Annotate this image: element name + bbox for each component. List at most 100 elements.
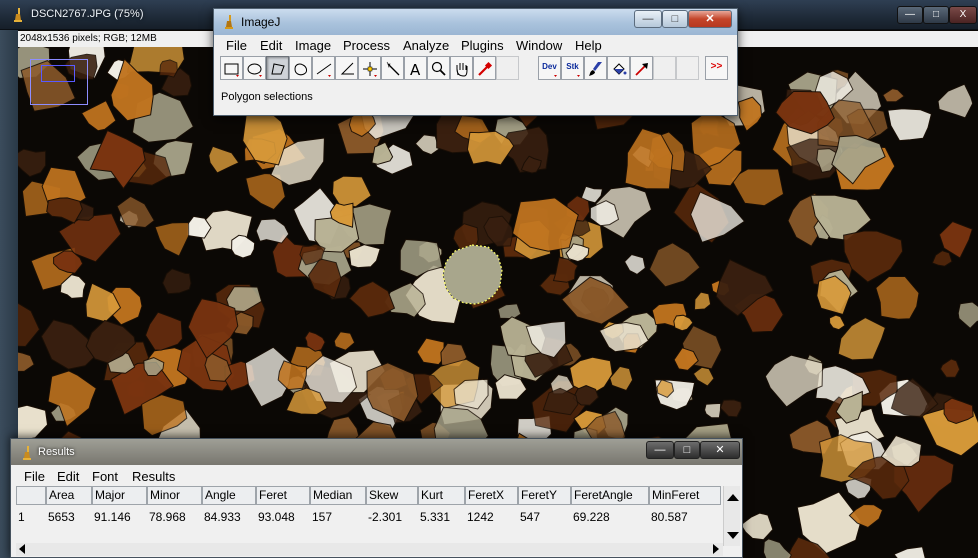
- mineral-grain: [673, 314, 694, 332]
- horizontal-scrollbar[interactable]: [16, 543, 723, 556]
- color-picker-icon[interactable]: [473, 56, 496, 80]
- text-tool-icon[interactable]: A: [404, 56, 427, 80]
- column-header-median[interactable]: Median: [310, 486, 366, 505]
- mineral-grain: [18, 351, 35, 372]
- mineral-grain: [692, 366, 715, 387]
- mineral-grain: [231, 234, 256, 259]
- imagej-toolbar: A Dev Stk >>: [220, 56, 732, 80]
- results-menu-file[interactable]: File: [24, 469, 45, 484]
- table-cell-kurt[interactable]: 5.331: [418, 508, 450, 526]
- arrow-tool-icon[interactable]: [630, 56, 653, 80]
- results-menubar: File Edit Font Results: [11, 466, 742, 486]
- column-header-feret[interactable]: Feret: [256, 486, 310, 505]
- results-menu-results[interactable]: Results: [132, 469, 175, 484]
- maximize-button[interactable]: □: [923, 6, 949, 24]
- empty-tool-slot: [653, 56, 676, 80]
- mineral-grain: [762, 538, 792, 558]
- maximize-button[interactable]: □: [674, 441, 700, 459]
- maximize-button[interactable]: □: [662, 10, 688, 28]
- point-tool-icon[interactable]: [358, 56, 381, 80]
- table-cell-ferety[interactable]: 547: [518, 508, 540, 526]
- mineral-grain: [159, 59, 178, 78]
- hand-scroll-icon[interactable]: [450, 56, 473, 80]
- column-header-angle[interactable]: Angle: [202, 486, 256, 505]
- column-header-ferety[interactable]: FeretY: [518, 486, 571, 505]
- menu-process[interactable]: Process: [343, 38, 390, 53]
- table-cell-feret[interactable]: 93.048: [256, 508, 295, 526]
- column-header-skew[interactable]: Skew: [366, 486, 418, 505]
- imagej-titlebar[interactable]: ImageJ — □ ✕: [214, 9, 737, 35]
- straight-line-tool-icon[interactable]: [312, 56, 335, 80]
- column-header-kurt[interactable]: Kurt: [418, 486, 465, 505]
- image-window-title: DSCN2767.JPG (75%): [31, 8, 144, 20]
- scroll-right-arrow-icon[interactable]: [713, 544, 719, 554]
- freehand-tool-icon[interactable]: [289, 56, 312, 80]
- polygon-selection-roi[interactable]: [438, 242, 518, 322]
- wand-tool-icon[interactable]: [381, 56, 404, 80]
- more-tools-label: >>: [710, 61, 723, 72]
- minimize-button[interactable]: —: [634, 10, 662, 28]
- menu-analyze[interactable]: Analyze: [403, 38, 449, 53]
- scroll-up-arrow-icon[interactable]: [727, 494, 739, 501]
- table-cell-feretangle[interactable]: 69.228: [571, 508, 610, 526]
- mineral-grain: [887, 108, 932, 142]
- column-header-minferet[interactable]: MinFeret: [649, 486, 721, 505]
- table-cell-major[interactable]: 91.146: [92, 508, 131, 526]
- stacks-menu-icon[interactable]: Stk: [561, 56, 584, 80]
- mineral-grain: [552, 256, 579, 283]
- column-header-index[interactable]: [16, 486, 46, 505]
- table-cell-median[interactable]: 157: [310, 508, 332, 526]
- flood-filler-icon[interactable]: [607, 56, 630, 80]
- scroll-left-arrow-icon[interactable]: [19, 544, 25, 554]
- mineral-grain: [893, 546, 926, 558]
- oval-tool-icon[interactable]: [243, 56, 266, 80]
- close-button[interactable]: X: [949, 6, 977, 24]
- mineral-grain: [18, 302, 41, 348]
- table-cell-index[interactable]: 1: [16, 508, 46, 526]
- menu-help[interactable]: Help: [575, 38, 602, 53]
- vertical-scrollbar[interactable]: [723, 486, 740, 546]
- imagej-microscope-icon: [23, 446, 31, 460]
- image-info-text: 2048x1536 pixels; RGB; 12MB: [20, 33, 157, 44]
- table-cell-minferet[interactable]: 80.587: [649, 508, 688, 526]
- mineral-grain: [154, 221, 190, 257]
- column-header-feretangle[interactable]: FeretAngle: [571, 486, 649, 505]
- close-button[interactable]: ✕: [688, 10, 732, 28]
- polygon-tool-icon[interactable]: [266, 56, 289, 80]
- minimize-button[interactable]: —: [646, 441, 674, 459]
- developer-menu-icon[interactable]: Dev: [538, 56, 561, 80]
- rectangle-tool-icon[interactable]: [220, 56, 243, 80]
- mineral-grain: [46, 197, 83, 224]
- menu-image[interactable]: Image: [295, 38, 331, 53]
- mineral-grain: [18, 404, 49, 442]
- table-cell-feretx[interactable]: 1242: [465, 508, 494, 526]
- menu-plugins[interactable]: Plugins: [461, 38, 504, 53]
- mineral-grain: [589, 200, 620, 227]
- results-menu-font[interactable]: Font: [92, 469, 118, 484]
- table-cell-angle[interactable]: 84.933: [202, 508, 241, 526]
- column-header-minor[interactable]: Minor: [147, 486, 202, 505]
- results-menu-edit[interactable]: Edit: [57, 469, 79, 484]
- column-header-feretx[interactable]: FeretX: [465, 486, 518, 505]
- close-button[interactable]: ✕: [700, 441, 740, 459]
- menu-window[interactable]: Window: [516, 38, 562, 53]
- column-header-area[interactable]: Area: [46, 486, 92, 505]
- scroll-down-arrow-icon[interactable]: [727, 532, 739, 539]
- navigator-overlay[interactable]: [30, 59, 88, 105]
- table-cell-minor[interactable]: 78.968: [147, 508, 186, 526]
- mineral-grain: [740, 512, 774, 541]
- menu-edit[interactable]: Edit: [260, 38, 282, 53]
- brush-tool-icon[interactable]: [584, 56, 607, 80]
- menu-file[interactable]: File: [226, 38, 247, 53]
- more-tools-button[interactable]: >>: [705, 56, 728, 80]
- table-cell-skew[interactable]: -2.301: [366, 508, 402, 526]
- column-header-major[interactable]: Major: [92, 486, 147, 505]
- angle-tool-icon[interactable]: [335, 56, 358, 80]
- table-cell-area[interactable]: 5653: [46, 508, 75, 526]
- imagej-menubar: File Edit Image Process Analyze Plugins …: [214, 36, 737, 56]
- mineral-grain: [609, 365, 634, 392]
- results-titlebar[interactable]: Results — □ ✕: [11, 439, 742, 465]
- minimize-button[interactable]: —: [897, 6, 923, 24]
- magnifying-glass-icon[interactable]: [427, 56, 450, 80]
- mineral-grain: [937, 83, 974, 119]
